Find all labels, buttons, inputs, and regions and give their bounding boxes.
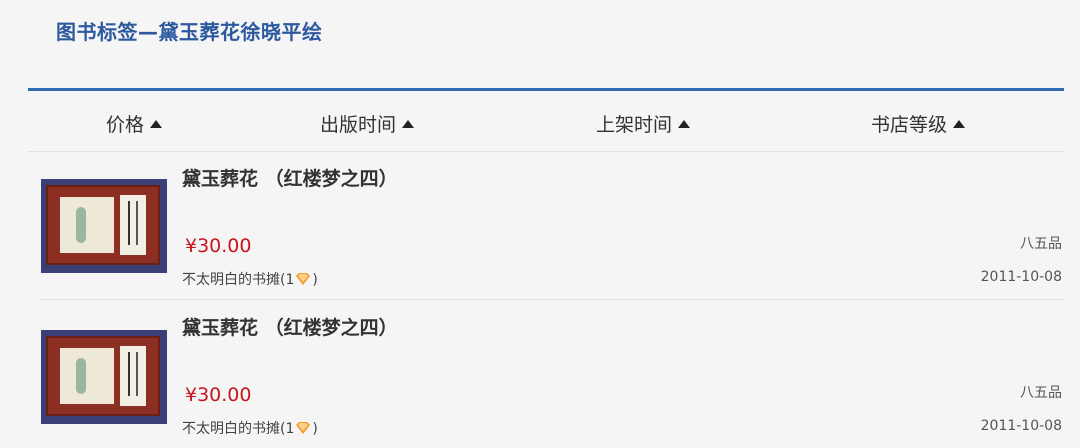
sort-label-listing-date: 上架时间	[596, 114, 673, 136]
sort-bar: 价格 出版时间 上架时间 书店等级	[28, 91, 1064, 152]
list-item: 黛玉葬花 （红楼梦之四） ¥30.00 不太明白的书摊(1) 八五品 2011-…	[40, 151, 1064, 300]
sort-up-arrow-icon	[150, 119, 163, 128]
seller-name: 不太明白的书摊(1	[182, 421, 295, 437]
page-title: 图书标签—黛玉葬花徐晓平绘	[56, 20, 323, 44]
book-title-link[interactable]: 黛玉葬花 （红楼梦之四）	[182, 313, 398, 340]
sort-up-arrow-icon	[402, 119, 415, 128]
diamond-icon	[296, 273, 311, 285]
seller-link[interactable]: 不太明白的书摊(1)	[182, 269, 318, 289]
seller-close: )	[312, 421, 318, 437]
seller-name: 不太明白的书摊(1	[182, 272, 295, 288]
listing-date: 2011-10-08	[980, 418, 1062, 434]
sort-up-arrow-icon	[953, 119, 966, 128]
book-cover-box	[46, 336, 160, 416]
sort-label-price: 价格	[106, 114, 145, 136]
sort-by-publish-date[interactable]: 出版时间	[320, 110, 415, 137]
seller-close: )	[312, 272, 318, 288]
sort-label-publish-date: 出版时间	[320, 114, 397, 136]
condition-label: 八五品	[1020, 385, 1062, 401]
sort-label-shop-level: 书店等级	[871, 114, 948, 136]
diamond-icon	[296, 422, 311, 434]
listing-date: 2011-10-08	[980, 269, 1062, 285]
book-thumbnail[interactable]	[41, 179, 167, 273]
price: ¥30.00	[185, 384, 252, 406]
seller-link[interactable]: 不太明白的书摊(1)	[182, 418, 318, 438]
list-item: 黛玉葬花 （红楼梦之四） ¥30.00 不太明白的书摊(1) 八五品 2011-…	[40, 300, 1064, 448]
sort-up-arrow-icon	[678, 119, 691, 128]
book-title-link[interactable]: 黛玉葬花 （红楼梦之四）	[182, 164, 398, 191]
sort-by-shop-level[interactable]: 书店等级	[871, 110, 966, 137]
condition-label: 八五品	[1020, 236, 1062, 252]
price: ¥30.00	[185, 235, 252, 257]
sort-by-listing-date[interactable]: 上架时间	[596, 110, 691, 137]
book-cover-box	[46, 185, 160, 265]
book-thumbnail[interactable]	[41, 330, 167, 424]
sort-by-price[interactable]: 价格	[106, 110, 163, 137]
